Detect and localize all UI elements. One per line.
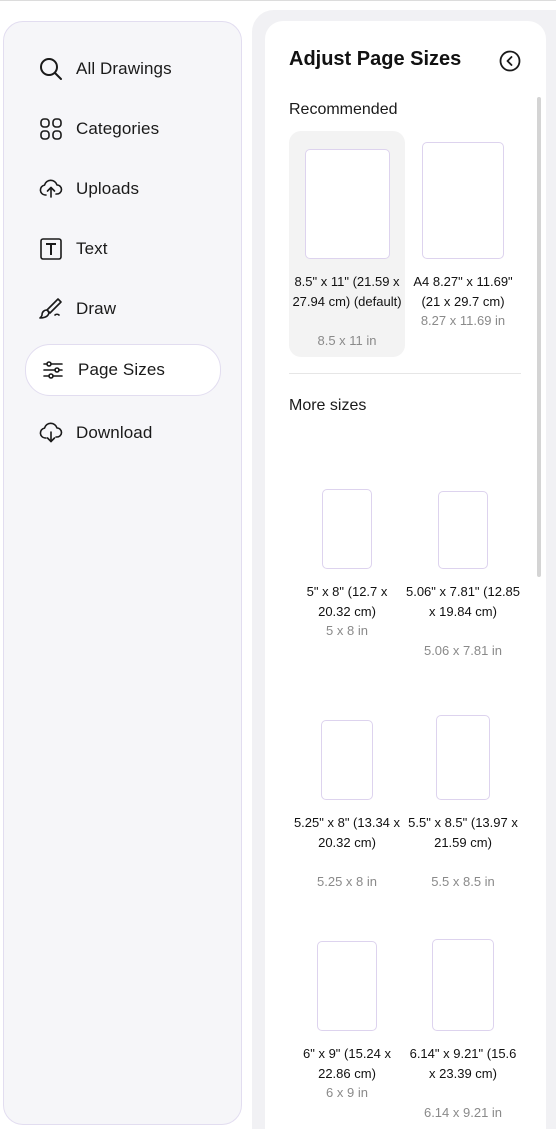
size-option-dims: 5 x 8 in: [326, 623, 368, 638]
size-option-name: 8.5" x 11" (21.59 x 27.94 cm) (default): [292, 274, 402, 309]
sidebar-item-label: Draw: [76, 299, 117, 318]
page-preview: [436, 715, 490, 800]
page-preview: [305, 149, 390, 259]
size-option-name: 5" x 8" (12.7 x 20.32 cm): [306, 584, 388, 619]
sidebar-item-download[interactable]: Download: [26, 408, 220, 458]
size-option-5.25x8[interactable]: 5.25" x 8" (13.34 x 20.32 cm) 5.25 x 8 i…: [289, 715, 405, 915]
text-icon: [38, 236, 64, 262]
sidebar-item-label: Uploads: [76, 179, 140, 198]
search-icon: [38, 56, 64, 82]
window-top-border: [0, 0, 556, 1]
sidebar: All Drawings Categories Uploads Text Dra…: [3, 21, 242, 1125]
size-option-name: 6" x 9" (15.24 x 22.86 cm): [303, 1046, 391, 1081]
size-option-6.14x9.21[interactable]: 6.14" x 9.21" (15.6 x 23.39 cm) 6.14 x 9…: [405, 939, 521, 1129]
panel-scrollbar[interactable]: [537, 97, 541, 577]
size-option-name: 5.5" x 8.5" (13.97 x 21.59 cm): [408, 815, 518, 850]
cloud-download-icon: [38, 420, 64, 446]
size-option-dims: 6.14 x 9.21 in: [423, 1105, 503, 1120]
size-option-dims: 5.25 x 8 in: [317, 874, 377, 889]
size-option-dims: 8.27 x 11.69 in: [420, 313, 506, 328]
size-option-dims: 6 x 9 in: [326, 1085, 368, 1100]
size-option-dims: 8.5 x 11 in: [317, 333, 377, 348]
size-option-6x9[interactable]: 6" x 9" (15.24 x 22.86 cm) 6 x 9 in: [289, 939, 405, 1129]
cloud-upload-icon: [38, 176, 64, 202]
page-size-panel: Adjust Page Sizes Recommended 8.5" x 11"…: [265, 21, 546, 1129]
sidebar-item-draw[interactable]: Draw: [26, 284, 220, 334]
sidebar-item-page-sizes[interactable]: Page Sizes: [25, 344, 221, 396]
page-preview: [422, 142, 504, 259]
close-panel-button[interactable]: [498, 49, 522, 73]
grid-icon: [38, 116, 64, 142]
recommended-label: Recommended: [289, 101, 398, 118]
sidebar-item-uploads[interactable]: Uploads: [26, 164, 220, 214]
size-option-dims: 5.5 x 8.5 in: [431, 874, 495, 889]
page-preview: [322, 489, 372, 569]
size-option-5.5x8.5[interactable]: 5.5" x 8.5" (13.97 x 21.59 cm) 5.5 x 8.5…: [405, 715, 521, 915]
back-circle-icon: [499, 50, 521, 72]
section-divider: [289, 373, 521, 374]
page-preview: [321, 720, 373, 800]
brush-icon: [38, 296, 64, 322]
sidebar-item-categories[interactable]: Categories: [26, 104, 220, 154]
size-option-name: 5.06" x 7.81" (12.85 x 19.84 cm): [405, 584, 521, 619]
size-option-a4[interactable]: A4 8.27" x 11.69" (21 x 29.7 cm) 8.27 x …: [405, 131, 521, 357]
size-option-letter[interactable]: 8.5" x 11" (21.59 x 27.94 cm) (default) …: [289, 131, 405, 357]
sidebar-item-label: Text: [76, 239, 108, 258]
sidebar-item-label: Download: [76, 423, 153, 442]
more-sizes-label: More sizes: [289, 397, 367, 414]
size-option-name: 5.25" x 8" (13.34 x 20.32 cm): [293, 815, 401, 850]
sidebar-item-label: Page Sizes: [78, 360, 165, 379]
panel-title: Adjust Page Sizes: [289, 48, 462, 70]
page-preview: [432, 939, 494, 1031]
sidebar-item-text[interactable]: Text: [26, 224, 220, 274]
size-option-5.06x7.81[interactable]: 5.06" x 7.81" (12.85 x 19.84 cm) 5.06 x …: [405, 487, 521, 687]
sidebar-item-all-drawings[interactable]: All Drawings: [26, 44, 220, 94]
sidebar-item-label: Categories: [76, 119, 160, 138]
sidebar-item-label: All Drawings: [76, 59, 172, 78]
size-option-5x8[interactable]: 5" x 8" (12.7 x 20.32 cm) 5 x 8 in: [289, 487, 405, 667]
sliders-icon: [40, 357, 66, 383]
size-option-dims: 5.06 x 7.81 in: [423, 643, 503, 658]
page-preview: [438, 491, 488, 569]
page-preview: [317, 941, 377, 1031]
size-option-name: A4 8.27" x 11.69" (21 x 29.7 cm): [413, 274, 513, 309]
size-option-name: 6.14" x 9.21" (15.6 x 23.39 cm): [409, 1046, 517, 1081]
